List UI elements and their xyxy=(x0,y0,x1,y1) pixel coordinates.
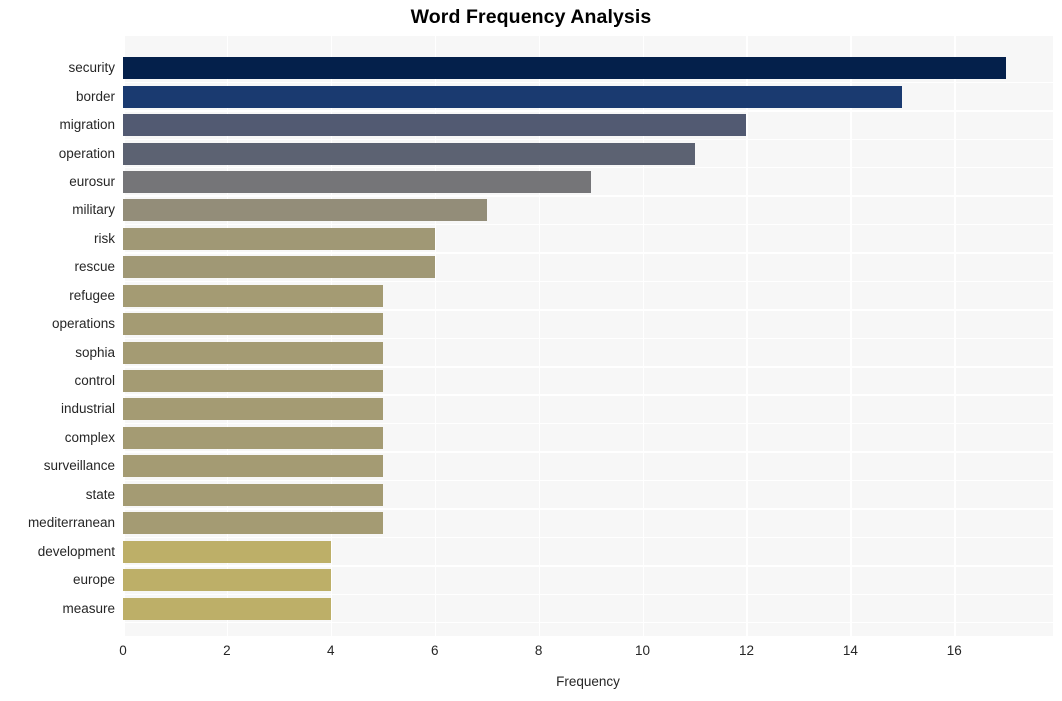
chart-title: Word Frequency Analysis xyxy=(410,6,652,28)
y-tick-label: complex xyxy=(64,429,115,445)
bar[interactable] xyxy=(123,426,383,449)
y-tick-label: risk xyxy=(94,230,115,246)
bar[interactable] xyxy=(123,597,331,620)
bar[interactable] xyxy=(123,170,591,193)
x-tick-label: 0 xyxy=(119,643,127,658)
y-tick-label: operation xyxy=(58,145,115,161)
y-tick-label: europe xyxy=(72,572,115,588)
bar[interactable] xyxy=(123,227,435,250)
bar[interactable] xyxy=(123,569,331,592)
bar[interactable] xyxy=(123,114,747,137)
x-tick-label: 12 xyxy=(738,643,754,658)
x-tick-label: 8 xyxy=(534,643,543,658)
bar[interactable] xyxy=(123,57,1007,80)
y-tick-label: control xyxy=(74,373,115,388)
y-tick-label: development xyxy=(37,543,115,559)
y-tick-label: eurosur xyxy=(69,173,115,189)
y-tick-label: measure xyxy=(62,600,115,616)
x-tick-label: 4 xyxy=(327,643,335,658)
plot-area xyxy=(123,36,1053,636)
y-tick-label: rescue xyxy=(74,259,115,275)
x-tick-label: 10 xyxy=(635,643,651,658)
bar[interactable] xyxy=(123,199,487,222)
bar[interactable] xyxy=(123,284,383,307)
x-tick-label: 2 xyxy=(223,643,231,658)
bar[interactable] xyxy=(123,540,331,563)
y-axis-labels: security border migration operation eurosur m… xyxy=(0,36,115,636)
x-tick-label: 14 xyxy=(842,643,858,658)
bars-group xyxy=(123,36,1053,636)
y-tick-label: border xyxy=(75,88,115,104)
y-tick-label: state xyxy=(85,486,115,502)
y-tick-label: industrial xyxy=(60,401,115,417)
y-tick-label: operations xyxy=(51,316,115,332)
bar[interactable] xyxy=(123,398,383,421)
bar[interactable] xyxy=(123,370,383,392)
y-tick-label: refugee xyxy=(69,287,115,303)
y-tick-label: security xyxy=(68,60,115,76)
x-axis-title: Frequency xyxy=(556,674,620,689)
y-tick-label: military xyxy=(72,202,115,218)
bar[interactable] xyxy=(123,85,903,108)
y-tick-label: mediterranean xyxy=(27,515,115,531)
bar[interactable] xyxy=(123,313,383,336)
word-frequency-chart: Word Frequency Analysis security border mi… xyxy=(0,0,1062,701)
bar[interactable] xyxy=(123,455,383,478)
bar[interactable] xyxy=(123,483,383,506)
y-tick-label: migration xyxy=(59,117,115,133)
x-axis-ticks: 0 2 4 6 8 10 12 14 16 xyxy=(119,636,1053,666)
y-tick-label: surveillance xyxy=(43,458,115,474)
x-tick-label: 16 xyxy=(946,643,962,658)
bar[interactable] xyxy=(123,512,383,535)
y-tick-label: sophia xyxy=(75,344,115,360)
x-tick-label: 6 xyxy=(430,643,439,658)
bar[interactable] xyxy=(123,142,695,165)
bar[interactable] xyxy=(123,256,435,279)
bar[interactable] xyxy=(123,341,383,364)
